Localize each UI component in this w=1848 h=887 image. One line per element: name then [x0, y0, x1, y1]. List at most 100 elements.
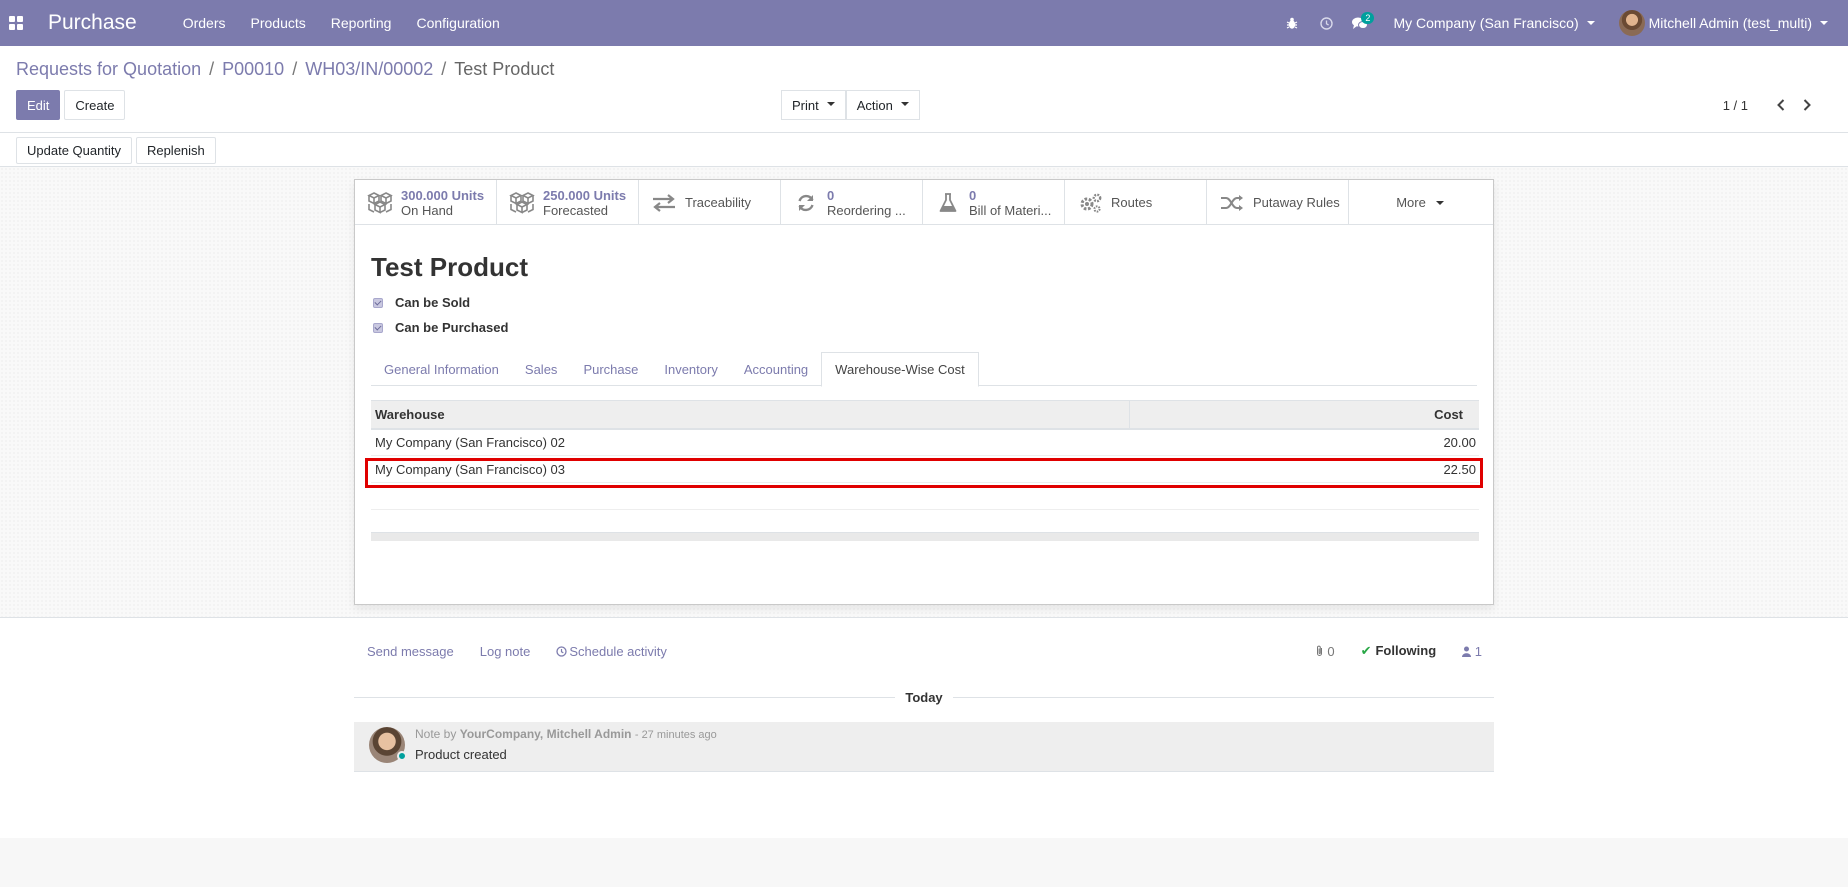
user-icon	[1462, 646, 1472, 657]
breadcrumb-po[interactable]: P00010	[222, 59, 284, 80]
column-header-cost[interactable]: Cost	[1128, 400, 1479, 430]
on-hand-button[interactable]: 300.000 Units On Hand	[355, 180, 497, 225]
breadcrumb-receipt[interactable]: WH03/IN/00002	[305, 59, 433, 80]
pager-next-icon[interactable]	[1794, 90, 1820, 120]
user-avatar	[1618, 10, 1645, 36]
date-separator: Today	[354, 684, 1494, 710]
putaway-rules-label: Putaway Rules	[1253, 195, 1340, 210]
reordering-value: 0	[827, 187, 835, 203]
menu-orders[interactable]: Orders	[183, 15, 226, 31]
caret-down-icon	[900, 102, 909, 106]
update-quantity-button[interactable]: Update Quantity	[16, 137, 132, 164]
chatter: Send message Log note Schedule activity …	[354, 618, 1494, 772]
user-menu[interactable]: Mitchell Admin (test_multi)	[1618, 10, 1828, 36]
table-row[interactable]: My Company (San Francisco) 02 20.00	[371, 428, 1479, 456]
caret-down-icon	[1435, 201, 1444, 205]
tab-inventory[interactable]: Inventory	[651, 352, 730, 386]
top-navbar: Purchase Orders Products Reporting Confi…	[0, 0, 1848, 46]
send-message-button[interactable]: Send message	[354, 644, 454, 659]
replenish-button[interactable]: Replenish	[135, 137, 216, 164]
can-be-sold-row: Can be Sold	[371, 294, 1477, 311]
debug-bug-icon[interactable]	[1275, 0, 1309, 46]
on-hand-label: On Hand	[401, 202, 454, 218]
caret-down-icon	[826, 102, 835, 106]
menu-configuration[interactable]: Configuration	[416, 15, 499, 31]
control-panel: Requests for Quotation / P00010 / WH03/I…	[0, 46, 1848, 133]
schedule-activity-button[interactable]: Schedule activity	[556, 644, 667, 659]
breadcrumb-separator: /	[292, 59, 298, 79]
messages-count-badge: 2	[1361, 12, 1375, 24]
tab-purchase[interactable]: Purchase	[570, 352, 651, 386]
table-row[interactable]: My Company (San Francisco) 03 22.50	[371, 455, 1479, 483]
create-button[interactable]: Create	[64, 90, 126, 120]
action-dropdown[interactable]: Action	[845, 90, 920, 120]
apps-menu-icon[interactable]	[0, 0, 32, 46]
tab-accounting[interactable]: Accounting	[731, 352, 821, 386]
messages-icon[interactable]: 2	[1343, 0, 1377, 46]
message-author[interactable]: YourCompany, Mitchell Admin	[460, 727, 632, 741]
pager: 1 / 1	[1723, 90, 1820, 120]
attachments-count: 0	[1327, 643, 1335, 659]
can-be-purchased-checkbox[interactable]	[373, 322, 383, 333]
more-label: More	[1396, 195, 1426, 210]
bom-value: 0	[969, 187, 977, 203]
following-button[interactable]: ✔ Following	[1361, 643, 1437, 659]
attachments-button[interactable]: 0	[1315, 644, 1335, 659]
warehouse-cell: My Company (San Francisco) 02	[371, 428, 1129, 456]
print-dropdown[interactable]: Print	[781, 90, 846, 120]
tab-sales[interactable]: Sales	[512, 352, 571, 386]
more-dropdown[interactable]: More	[1349, 180, 1491, 225]
cubes-icon	[509, 191, 535, 214]
message-header: Note by YourCompany, Mitchell Admin - 27…	[415, 727, 717, 741]
flask-icon	[935, 192, 961, 213]
warehouse-cost-table: Warehouse Cost My Company (San Francisco…	[371, 400, 1479, 510]
company-switcher[interactable]: My Company (San Francisco)	[1393, 15, 1595, 31]
tab-general-information[interactable]: General Information	[371, 352, 512, 386]
table-empty-row	[371, 482, 1479, 510]
warehouse-cell: My Company (San Francisco) 03	[371, 455, 1129, 483]
action-label: Action	[856, 97, 893, 113]
putaway-rules-button[interactable]: Putaway Rules	[1207, 180, 1349, 225]
menu-reporting[interactable]: Reporting	[331, 15, 392, 31]
breadcrumb-separator: /	[209, 59, 215, 79]
tab-warehouse-wise-cost[interactable]: Warehouse-Wise Cost	[821, 352, 979, 387]
cubes-icon	[367, 191, 393, 214]
exchange-arrows-icon	[651, 193, 677, 212]
check-icon: ✔	[1360, 643, 1372, 658]
activity-clock-icon[interactable]	[1309, 0, 1343, 46]
forecasted-button[interactable]: 250.000 Units Forecasted	[497, 180, 639, 225]
app-name[interactable]: Purchase	[48, 11, 137, 35]
routes-label: Routes	[1111, 195, 1153, 210]
online-status-icon	[397, 751, 407, 761]
forecasted-label: Forecasted	[543, 202, 609, 218]
log-note-button[interactable]: Log note	[480, 644, 531, 659]
message-time: - 27 minutes ago	[634, 729, 717, 741]
can-be-purchased-label: Can be Purchased	[395, 320, 509, 335]
message-body: Product created	[415, 747, 507, 762]
bom-button[interactable]: 0 Bill of Materi...	[923, 180, 1065, 225]
cost-cell: 20.00	[1129, 428, 1479, 456]
smart-button-box: 300.000 Units On Hand 250.000 Units Fore…	[355, 180, 1493, 225]
pager-value[interactable]: 1 / 1	[1723, 98, 1748, 113]
can-be-sold-label: Can be Sold	[395, 295, 471, 310]
pager-previous-icon[interactable]	[1768, 90, 1794, 120]
table-footer	[371, 532, 1479, 541]
routes-button[interactable]: Routes	[1065, 180, 1207, 225]
menu-products[interactable]: Products	[251, 15, 306, 31]
can-be-sold-checkbox[interactable]	[373, 297, 383, 308]
message-author-avatar[interactable]	[369, 727, 407, 763]
breadcrumb-rfq[interactable]: Requests for Quotation	[16, 59, 201, 80]
forecasted-value: 250.000 Units	[543, 187, 627, 203]
reordering-button[interactable]: 0 Reordering ...	[781, 180, 923, 225]
edit-button[interactable]: Edit	[16, 90, 61, 120]
traceability-button[interactable]: Traceability	[639, 180, 781, 225]
reordering-label: Reordering ...	[827, 202, 906, 218]
product-name[interactable]: Test Product	[371, 252, 1477, 286]
followers-button[interactable]: 1	[1462, 644, 1482, 659]
note-prefix: Note by	[415, 727, 457, 741]
random-shuffle-icon	[1219, 194, 1245, 212]
paperclip-icon	[1316, 645, 1322, 656]
cost-cell: 22.50	[1129, 455, 1479, 483]
form-statusbar: Update Quantity Replenish	[0, 134, 1848, 167]
column-header-warehouse[interactable]: Warehouse	[371, 400, 1129, 430]
